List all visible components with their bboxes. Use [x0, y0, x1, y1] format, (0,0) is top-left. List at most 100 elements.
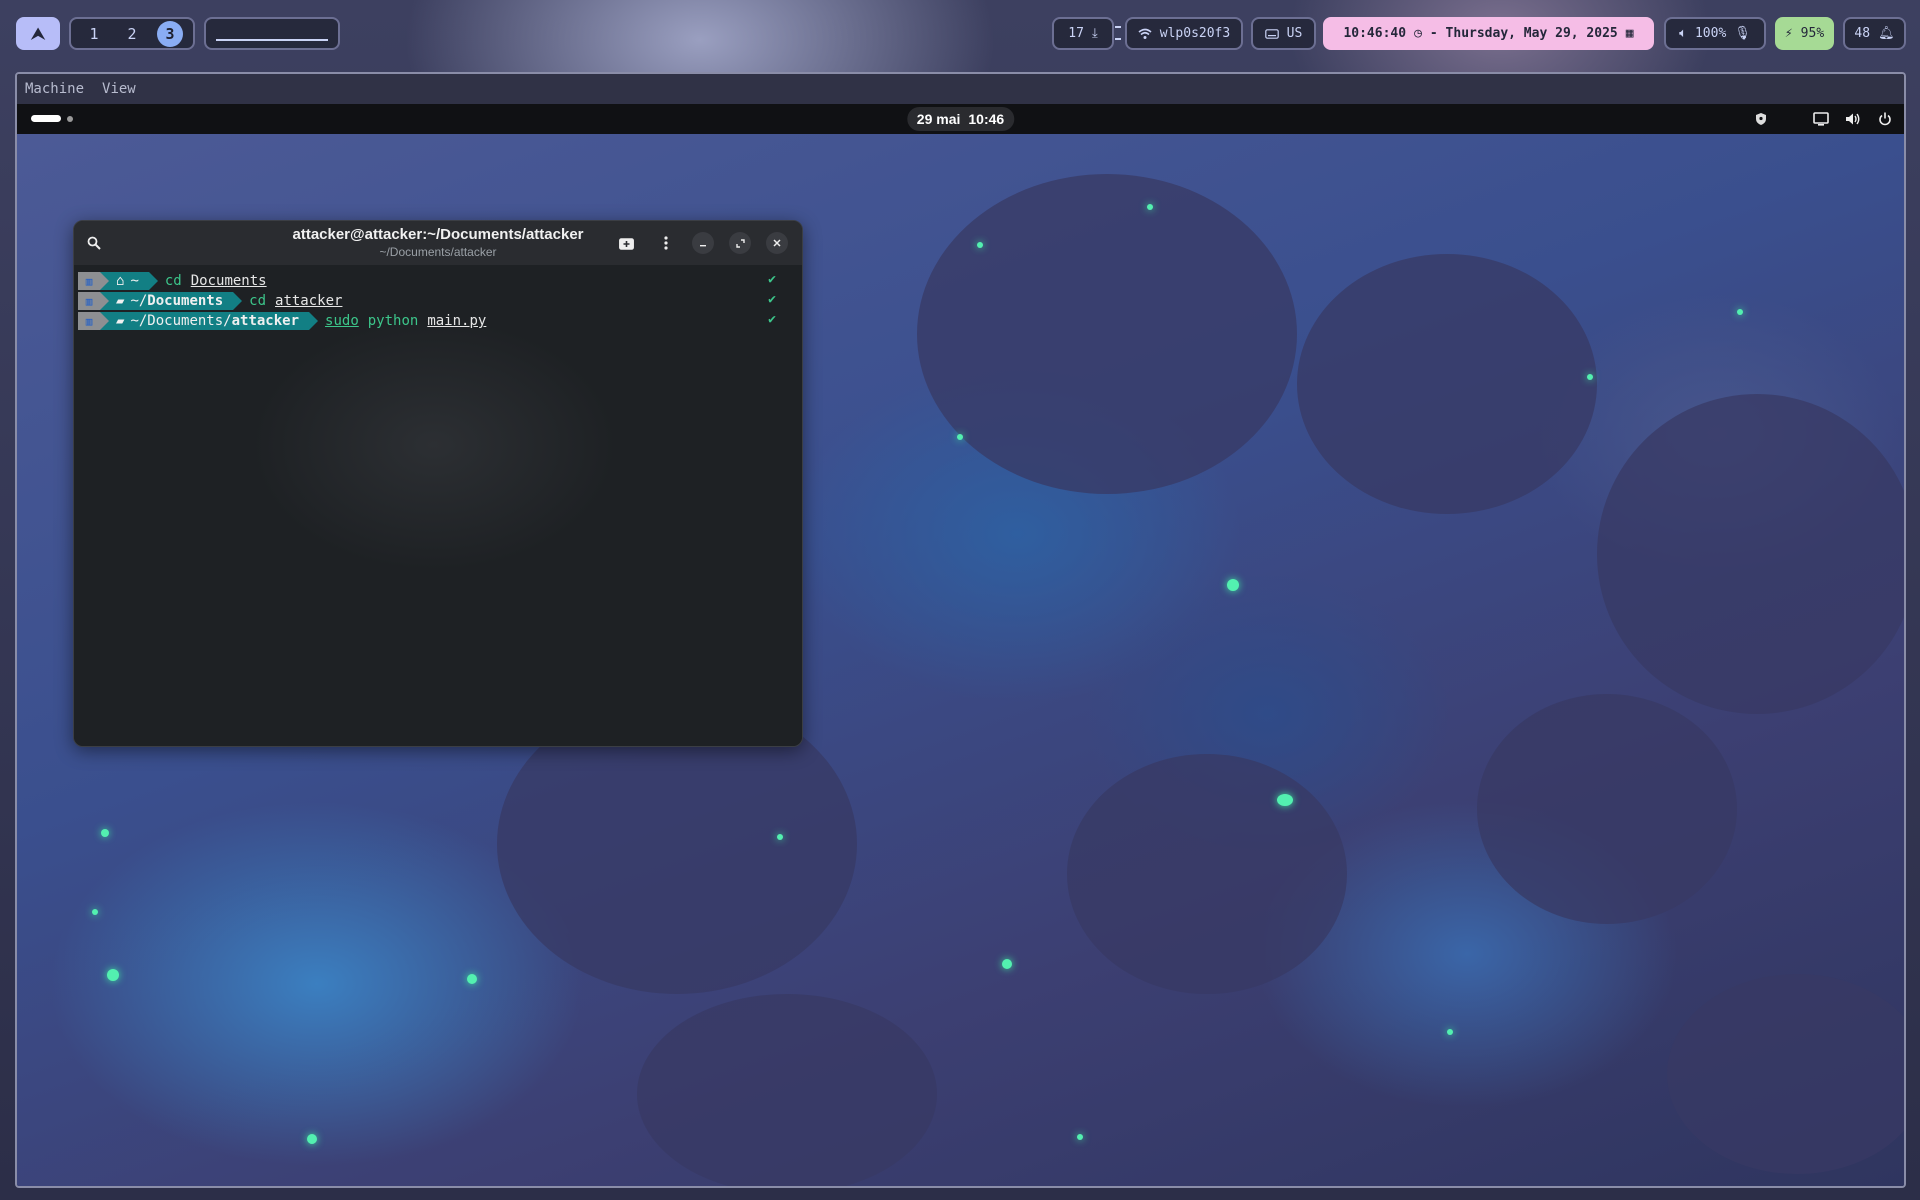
workspace-indicator-dot [67, 115, 73, 122]
dir-text: ~/ [130, 293, 148, 309]
arch-logo-icon: ⮝ [31, 23, 45, 43]
plug-icon: ⚡︎ [1784, 26, 1793, 41]
guest-time: 10:46 [968, 111, 1005, 127]
clock-icon: ◷ [1414, 26, 1422, 41]
workspace-2[interactable]: 2 [119, 21, 145, 47]
battery-indicator[interactable]: ⚡︎ 95% [1775, 17, 1834, 50]
workspace-switcher: 1 2 3 [69, 17, 195, 50]
menu-machine[interactable]: Machine [25, 81, 84, 97]
guest-desktop: attacker@attacker:~/Documents/attacker ~… [17, 134, 1904, 1186]
command-name: cd [164, 273, 182, 289]
terminal-header[interactable]: attacker@attacker:~/Documents/attacker ~… [74, 221, 802, 265]
battery-level: 95% [1800, 26, 1825, 41]
command-name: cd [249, 293, 267, 309]
minimize-icon[interactable] [692, 232, 714, 254]
wallpaper-glow [957, 434, 963, 440]
clock-time: 10:46:40 [1343, 26, 1407, 41]
volume-indicator[interactable]: 🔈︎ 100% 🎙︎ [1664, 17, 1766, 50]
vm-window: Machine View 29 mai 10:46 attacker@attac… [15, 72, 1906, 1188]
wallpaper-glow [107, 969, 119, 981]
wallpaper-glow [977, 242, 983, 248]
close-icon[interactable] [766, 232, 788, 254]
menu-kebab-icon[interactable] [654, 231, 678, 255]
activities-button[interactable] [31, 115, 73, 122]
workspace-1[interactable]: 1 [81, 21, 107, 47]
wallpaper-glow [1077, 1134, 1083, 1140]
wallpaper-shape [1297, 254, 1597, 514]
dir-text: ~/Documents/ [130, 313, 232, 329]
wallpaper-glow [1147, 204, 1153, 210]
folder-icon: ▰ [116, 293, 125, 309]
wallpaper-glow [101, 829, 109, 837]
success-check-icon: ✔ [768, 292, 776, 307]
guest-top-bar: 29 mai 10:46 [17, 104, 1904, 134]
home-icon: ⌂ [116, 273, 125, 289]
command-arg: attacker [275, 293, 343, 309]
success-check-icon: ✔ [768, 272, 776, 287]
wallpaper-glow [1002, 959, 1012, 969]
wallpaper-shape [637, 994, 937, 1186]
wallpaper-glow [1587, 374, 1593, 380]
prompt-line: ▥ ▰ ~/Documents cd attacker ✔ [78, 291, 798, 311]
wallpaper-glow [307, 1134, 317, 1144]
wallpaper-glow [92, 909, 98, 915]
distro-logo-icon: ▥ [78, 272, 109, 290]
wallpaper-glow [467, 974, 477, 984]
display-icon[interactable] [1812, 110, 1830, 128]
microphone-icon: 🎙︎ [1734, 26, 1751, 41]
notifications-count: 48 [1854, 26, 1871, 41]
vm-menubar: Machine View [17, 74, 1904, 104]
new-tab-icon[interactable] [614, 231, 638, 255]
launcher-button[interactable]: ⮝ [16, 17, 60, 50]
folder-icon: ▰ [116, 313, 125, 329]
success-check-icon: ✔ [768, 312, 776, 327]
wallpaper-shape [1667, 974, 1904, 1174]
guest-clock[interactable]: 29 mai 10:46 [906, 107, 1015, 131]
distro-logo-icon: ▥ [78, 292, 109, 310]
speaker-icon: 🔈︎ [1679, 26, 1687, 41]
wallpaper-glow [1737, 309, 1743, 315]
guest-date: 29 mai [916, 111, 961, 127]
bar-separator [1115, 26, 1121, 40]
calendar-icon: ▦ [1625, 26, 1634, 41]
keyboard-layout: US [1286, 26, 1303, 41]
privacy-shield-icon[interactable] [1752, 110, 1770, 128]
maximize-icon[interactable] [729, 232, 751, 254]
prompt-line: ▥ ▰ ~/Documents/attacker sudo python mai… [78, 311, 798, 331]
menu-view[interactable]: View [102, 81, 136, 97]
volume-icon[interactable] [1844, 110, 1862, 128]
host-top-bar: ⮝ 1 2 3 17 ⤓ wlp0s20f3 US 10:46:40 ◷ - T… [0, 0, 1920, 70]
volume-level: 100% [1694, 26, 1727, 41]
workspace-3[interactable]: 3 [157, 20, 183, 47]
prompt-directory: ▰ ~/Documents [100, 292, 243, 310]
power-icon[interactable] [1876, 110, 1894, 128]
command-arg: main.py [427, 313, 487, 329]
notifications-indicator[interactable]: 48 🔔︎ [1843, 17, 1906, 50]
system-tray [1752, 110, 1894, 128]
wifi-icon [1138, 28, 1152, 39]
command-sudo: sudo [325, 313, 359, 329]
wallpaper-shape [917, 174, 1297, 494]
command: cd Documents [165, 273, 267, 289]
clock-widget[interactable]: 10:46:40 ◷ - Thursday, May 29, 2025 ▦ [1323, 17, 1654, 50]
command-arg: Documents [190, 273, 267, 289]
downloads-count: 17 [1068, 26, 1084, 41]
command: cd attacker [249, 293, 342, 309]
dir-current: Documents [147, 293, 224, 309]
dir-text: ~ [130, 273, 139, 289]
terminal-output[interactable]: ▥ ⌂ ~ cd Documents ✔ ▥ ▰ ~/Documents cd … [74, 265, 802, 746]
wallpaper-shape [1597, 394, 1904, 714]
keyboard-layout-indicator[interactable]: US [1251, 17, 1316, 50]
window-title-placeholder [216, 38, 328, 41]
workspace-indicator-active [31, 115, 61, 122]
download-icon: ⤓ [1091, 26, 1098, 41]
keyboard-icon [1264, 28, 1279, 39]
terminal-window[interactable]: attacker@attacker:~/Documents/attacker ~… [73, 220, 803, 747]
wifi-indicator[interactable]: wlp0s20f3 [1125, 17, 1243, 50]
wallpaper-shape [1477, 694, 1737, 924]
wallpaper-glow [1447, 1029, 1453, 1035]
wallpaper-glow [777, 834, 783, 840]
distro-logo-icon: ▥ [78, 312, 109, 330]
downloads-indicator[interactable]: 17 ⤓ [1052, 17, 1114, 50]
wallpaper-glow [1227, 579, 1239, 591]
